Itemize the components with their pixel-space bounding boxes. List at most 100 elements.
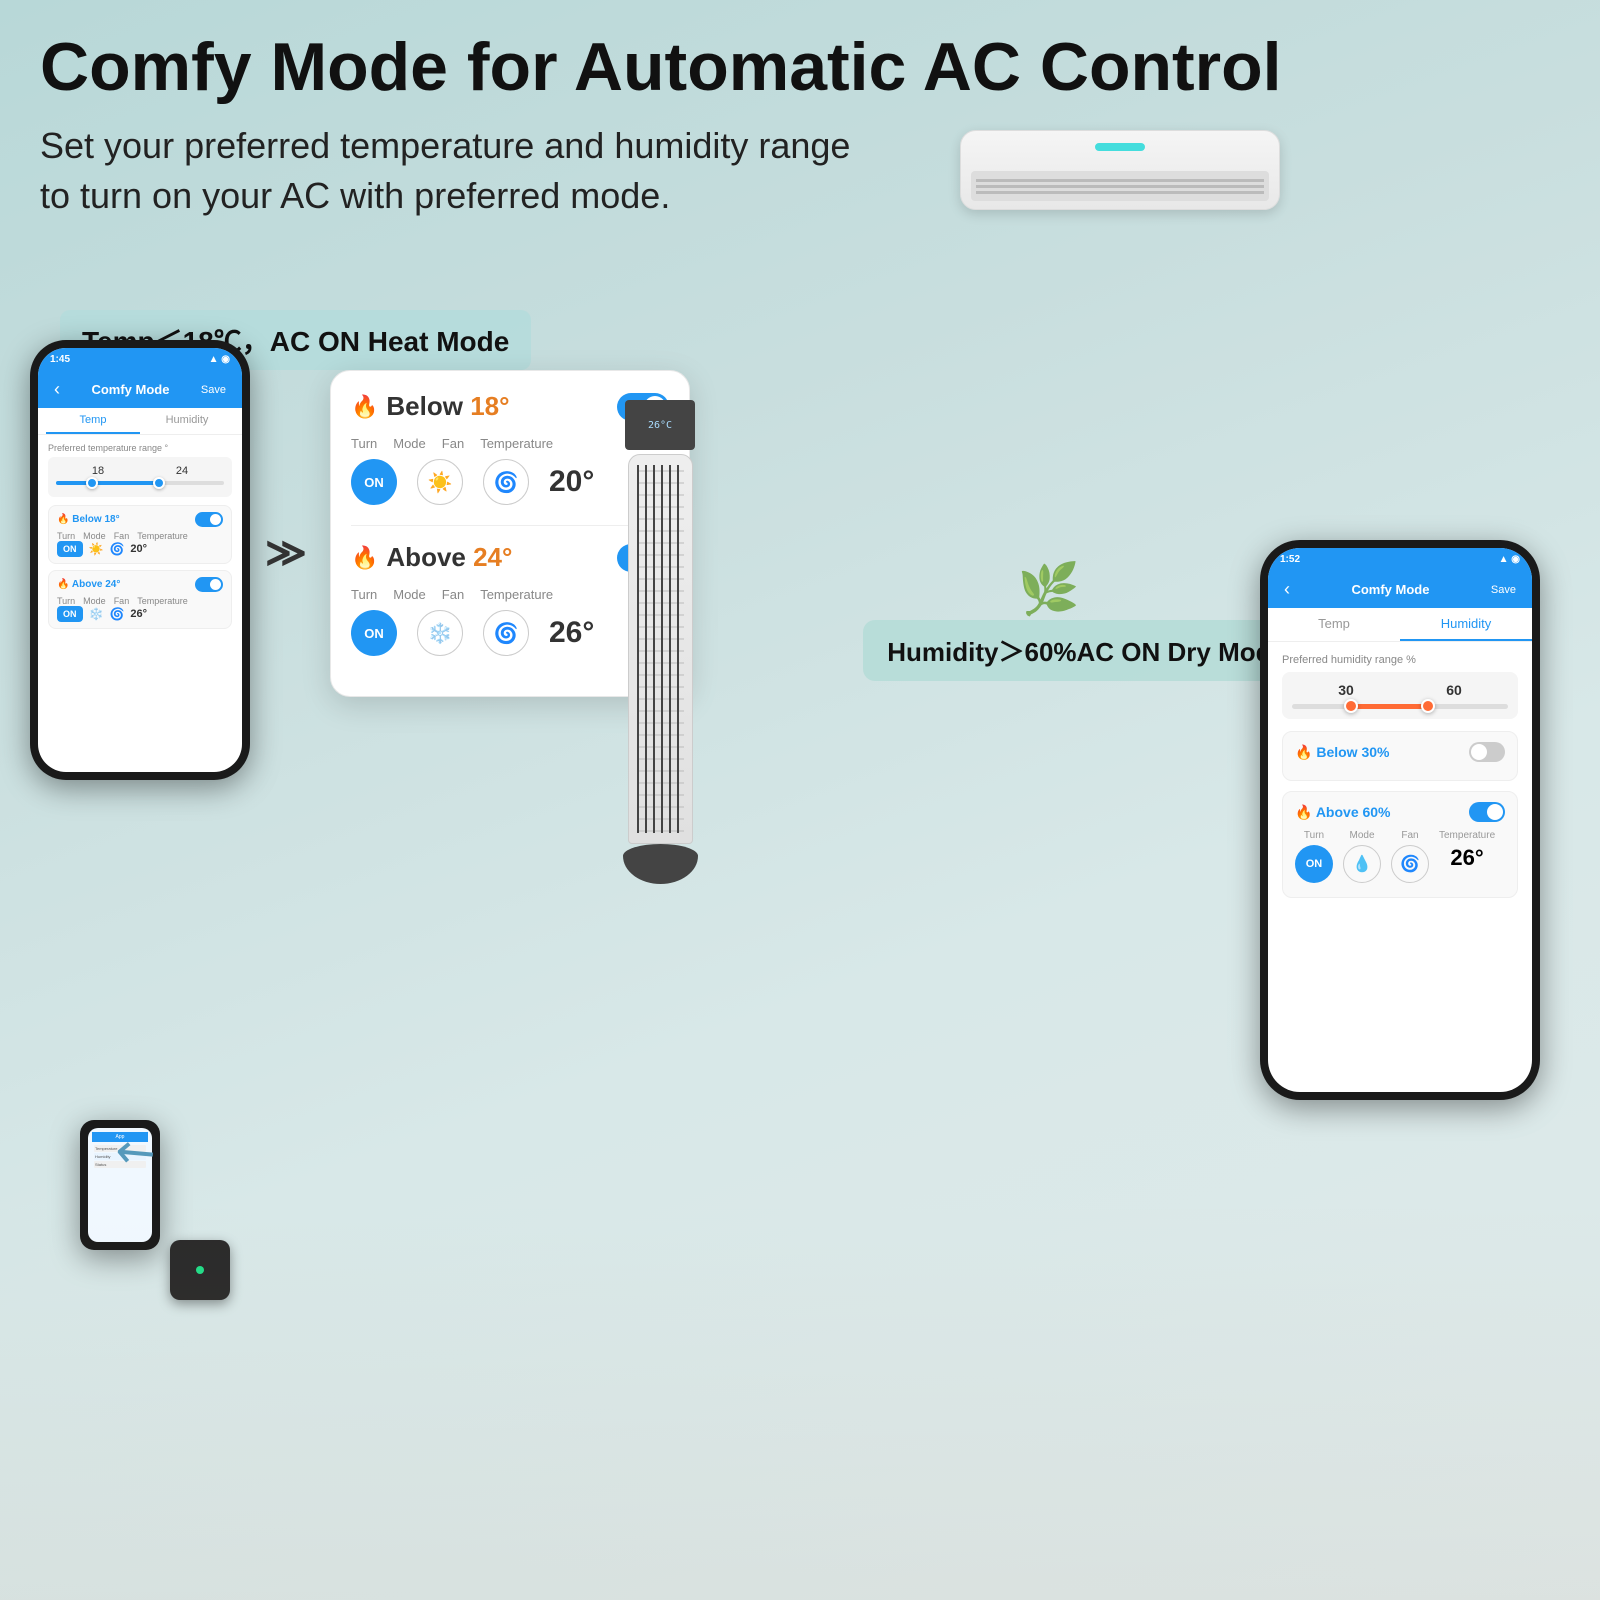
thumb-right-right[interactable]: [1421, 699, 1435, 713]
turn-lbl-right: Turn: [1304, 830, 1324, 841]
below-actions-left: ON ☀️ 🌀 20°: [57, 541, 223, 557]
nav-back-left[interactable]: ‹: [54, 379, 60, 400]
toggle-below-left[interactable]: [195, 512, 223, 527]
mode-lbl-right: Mode: [1349, 830, 1374, 841]
subtitle-line2: to turn on your AC with preferred mode.: [40, 175, 670, 216]
fan-display: 26°C: [625, 400, 695, 450]
track-fill-right: [1346, 704, 1432, 709]
toggle-above-right[interactable]: [1469, 802, 1505, 822]
toggle-below-right[interactable]: [1469, 742, 1505, 762]
above-temp-right: 26°: [1450, 845, 1483, 871]
actions-labels-left: Turn Mode Fan Temperature: [57, 531, 223, 541]
snowflake-icon-center[interactable]: ❄️: [417, 610, 463, 656]
above-temp-center: 26°: [549, 616, 594, 650]
slider-area-right[interactable]: 30 60: [1282, 672, 1518, 719]
range-slider-left[interactable]: 18 24: [48, 457, 232, 497]
above-val-center: 24°: [473, 542, 512, 572]
mode-lbl2-center: Mode: [393, 587, 426, 602]
rphone-body: Preferred humidity range % 30 60: [1268, 642, 1532, 920]
left-phone: 1:45 ▲ ◉ ‹ Comfy Mode Save Temp Humidity…: [30, 340, 250, 780]
double-arrow: ≫: [265, 530, 307, 576]
right-phone: 1:52 ▲ ◉ ‹ Comfy Mode Save Temp Humidity…: [1260, 540, 1540, 1100]
below-title-right: 🔥 Below 30%: [1295, 744, 1389, 761]
below-text-center: Below 18°: [386, 391, 509, 422]
signals-left: ▲ ◉: [209, 354, 230, 365]
fan-icon-center[interactable]: 🌀: [483, 459, 529, 505]
flame-icon-left: 🔥: [57, 514, 69, 525]
slider-thumb2-left[interactable]: [153, 477, 165, 489]
fan2-icon-left: 🌀: [109, 607, 124, 621]
fan-grille: [637, 465, 684, 833]
subtitle: Set your preferred temperature and humid…: [40, 121, 1560, 222]
below-temp-center: 20°: [549, 465, 594, 499]
tab-temp-left[interactable]: Temp: [46, 408, 140, 434]
fan2-icon-center[interactable]: 🌀: [483, 610, 529, 656]
main-title: Comfy Mode for Automatic AC Control: [40, 30, 1560, 105]
fan-lbl-right: Fan: [1401, 830, 1418, 841]
slider-thumb1-left[interactable]: [86, 477, 98, 489]
below-title-left: 🔥 Below 18°: [57, 514, 120, 525]
temp-lbl-right: Temperature: [1439, 830, 1495, 841]
btn-on-above-left[interactable]: ON: [57, 606, 83, 622]
btn-on2-center[interactable]: ON: [351, 610, 397, 656]
slider-track-left[interactable]: [56, 481, 224, 485]
temp-lbl-center: Temperature: [480, 436, 553, 451]
subtitle-line1: Set your preferred temperature and humid…: [40, 125, 850, 166]
flame-icon2-left: 🔥: [57, 579, 69, 590]
temp-col-center: 20°: [549, 465, 594, 499]
above-header-left: 🔥 Above 24°: [57, 577, 223, 592]
above-title-right: 🔥 Above 60%: [1295, 804, 1391, 821]
above-text-right: Above 60%: [1316, 804, 1391, 820]
tab-temp-right[interactable]: Temp: [1268, 608, 1400, 641]
nav-back-right[interactable]: ‹: [1284, 579, 1290, 600]
slider-val1-right: 30: [1338, 682, 1354, 698]
flame2-center: 🔥: [351, 545, 378, 571]
below-header-left: 🔥 Below 18°: [57, 512, 223, 527]
signals-right: ▲ ◉: [1499, 554, 1520, 565]
above-temp-left: 26°: [130, 608, 147, 620]
tabs-right: Temp Humidity: [1268, 608, 1532, 642]
phone-frame-left: 1:45 ▲ ◉ ‹ Comfy Mode Save Temp Humidity…: [30, 340, 250, 780]
range-label-left: Preferred temperature range °: [48, 443, 232, 453]
below-condition-left: 🔥 Below 18° Turn Mode Fan Temperature ON…: [48, 505, 232, 564]
toggle-above-left[interactable]: [195, 577, 223, 592]
sun-icon-center[interactable]: ☀️: [417, 459, 463, 505]
btn-on-below-left[interactable]: ON: [57, 541, 83, 557]
tab-humidity-left[interactable]: Humidity: [140, 408, 234, 434]
range-val1-left: 18: [92, 465, 104, 477]
below-val-center: 18°: [470, 391, 509, 421]
fan-lbl-l: Fan: [114, 531, 130, 541]
temp-lbl2-center: Temperature: [480, 587, 553, 602]
fan-lbl-a: Fan: [114, 596, 130, 606]
snowflake-icon-left: ❄️: [89, 607, 104, 621]
above-block-right: 🔥 Above 60% Turn ON Mode 💧: [1282, 791, 1518, 898]
plant-decoration: 🌿: [1018, 560, 1080, 619]
ac-body: [960, 130, 1280, 210]
fan-col-center: 🌀: [483, 459, 529, 505]
below-text-left: Below 18°: [72, 514, 119, 525]
ac-unit: [960, 130, 1300, 250]
fan-icon-right[interactable]: 🌀: [1391, 845, 1429, 883]
btn-on-center[interactable]: ON: [351, 459, 397, 505]
thumb-left-right[interactable]: [1344, 699, 1358, 713]
above-title-left: 🔥 Above 24°: [57, 579, 120, 590]
time-left: 1:45: [50, 354, 70, 365]
fan-body: [628, 454, 693, 844]
nav-save-right[interactable]: Save: [1491, 584, 1516, 596]
nav-save-left[interactable]: Save: [201, 384, 226, 396]
mode-lbl-a: Mode: [83, 596, 106, 606]
below-block-right: 🔥 Below 30%: [1282, 731, 1518, 781]
btn-on-right[interactable]: ON: [1295, 845, 1333, 883]
fan-col2-center: 🌀: [483, 610, 529, 656]
slider-val2-right: 60: [1446, 682, 1462, 698]
mode-lbl-l: Mode: [83, 531, 106, 541]
header-section: Comfy Mode for Automatic AC Control Set …: [40, 30, 1560, 222]
tab-humidity-right[interactable]: Humidity: [1400, 608, 1532, 641]
ac-vents: [971, 171, 1269, 201]
tabs-left: Temp Humidity: [38, 408, 242, 435]
track-right[interactable]: [1292, 704, 1508, 709]
droplet-icon-right[interactable]: 💧: [1343, 845, 1381, 883]
status-bar-right: 1:52 ▲ ◉: [1268, 548, 1532, 571]
above-title-center: 🔥 Above 24°: [351, 542, 512, 573]
tower-fan: 26°C: [620, 400, 700, 900]
